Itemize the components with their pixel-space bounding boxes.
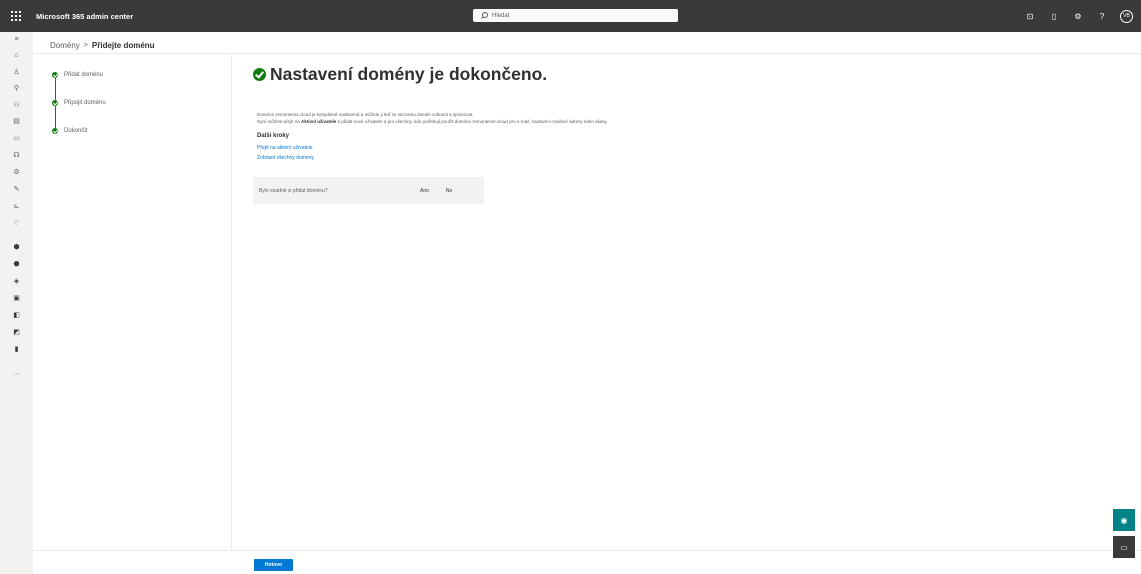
settings-icon[interactable]: ⚙ [1072, 12, 1084, 21]
settings-icon[interactable]: ⚙ [0, 169, 33, 177]
feedback-question: Bylo snadné si přidat doménu? [259, 187, 328, 194]
users-icon[interactable]: ♙ [0, 69, 33, 77]
help-icon[interactable]: ? [1096, 12, 1108, 21]
description-line-2: Nyní můžete přejít na Aktivní uživatele … [257, 119, 608, 124]
feedback-no-button[interactable]: Ne [446, 188, 452, 194]
search-placeholder: Hledat [492, 12, 510, 19]
page-title: Nastavení domény je dokončeno. [253, 64, 547, 85]
wizard-step-connect-domain: Připojit doménu [52, 100, 106, 106]
setup-icon[interactable]: ✎ [0, 186, 33, 194]
billing-icon[interactable]: ▤ [0, 118, 33, 126]
feedback-panel: Bylo snadné si přidat doménu? Ano Ne [253, 177, 484, 204]
support-icon[interactable]: ☊ [0, 152, 33, 160]
compliance-icon[interactable]: ⬣ [0, 261, 33, 269]
help-chat-button[interactable]: ◉ [1113, 509, 1135, 531]
breadcrumb-separator: > [83, 41, 88, 49]
breadcrumb-divider [33, 53, 1141, 54]
endpoint-icon[interactable]: ◈ [0, 278, 33, 286]
completion-description: Doména zemonteraz.cloud je kompletně nas… [257, 111, 608, 125]
left-nav-rail: ≡ ⌂ ♙ ⚲ ⚇ ▤ ▭ ☊ ⚙ ✎ ⊾ ♡ ⬢ ⬣ ◈ ▣ ◧ ◩ ▮ ··· [0, 32, 33, 574]
done-button[interactable]: Hotovo [254, 559, 293, 571]
wizard-step-add-domain: Přidat doménu [52, 72, 103, 78]
view-all-domains-link[interactable]: Zobrazit všechny domény [257, 155, 314, 161]
app-launcher-button[interactable] [0, 0, 32, 32]
top-bar-actions: ⊡ ▯ ⚙ ? VB [1024, 0, 1133, 32]
security-icon[interactable]: ⬢ [0, 244, 33, 252]
breadcrumb: Domény > Přidejte doménu [50, 38, 155, 52]
all-admin-centers-icon[interactable]: ▮ [0, 346, 33, 354]
step-label: Připojit doménu [64, 100, 106, 106]
health-icon[interactable]: ♡ [0, 220, 33, 228]
footer-divider [33, 550, 1141, 551]
step-label: Přidat doménu [64, 72, 104, 78]
more-icon[interactable]: ··· [0, 371, 33, 379]
document-icon[interactable]: ▯ [1048, 12, 1060, 21]
teams-admin-icon[interactable]: ◩ [0, 329, 33, 337]
search-box[interactable]: Hledat [473, 9, 678, 22]
reports-icon[interactable]: ⊾ [0, 203, 33, 211]
breadcrumb-domains-link[interactable]: Domény [50, 41, 80, 50]
active-users-emphasis: Aktivní uživatele [301, 119, 337, 124]
feedback-icon: ▭ [1120, 542, 1128, 552]
step-connector [54, 78, 56, 100]
resources-icon[interactable]: ▭ [0, 135, 33, 143]
wizard-step-finish: Dokončit [52, 128, 87, 134]
success-check-icon [253, 68, 266, 81]
step-label: Dokončit [64, 128, 88, 134]
home-icon[interactable]: ⌂ [0, 52, 33, 60]
page-title-text: Nastavení domény je dokončeno. [270, 64, 548, 84]
roles-icon[interactable]: ⚇ [0, 102, 33, 110]
terminal-icon[interactable]: ⊡ [1024, 12, 1036, 21]
step-connector [54, 106, 56, 128]
app-title[interactable]: Microsoft 365 admin center [36, 12, 133, 21]
sharepoint-icon[interactable]: ◧ [0, 312, 33, 320]
breadcrumb-current: Přidejte doménu [91, 40, 155, 50]
steps-divider [231, 54, 232, 550]
waffle-icon [11, 11, 21, 21]
next-steps-heading: Další kroky [257, 133, 290, 139]
feedback-button[interactable]: ▭ [1113, 536, 1135, 558]
check-icon [52, 72, 58, 78]
teams-icon[interactable]: ⚲ [0, 85, 33, 93]
chat-help-icon: ◉ [1120, 515, 1128, 525]
feedback-yes-button[interactable]: Ano [420, 188, 429, 194]
go-to-active-users-link[interactable]: Přejít na aktivní uživatele [257, 145, 313, 151]
avatar[interactable]: VB [1120, 9, 1133, 23]
search-icon [481, 12, 488, 19]
description-line-1: Doména zemonteraz.cloud je kompletně nas… [257, 112, 474, 117]
exchange-icon[interactable]: ▣ [0, 295, 33, 303]
check-icon [52, 128, 58, 134]
menu-icon[interactable]: ≡ [0, 36, 33, 44]
check-icon [52, 100, 58, 106]
